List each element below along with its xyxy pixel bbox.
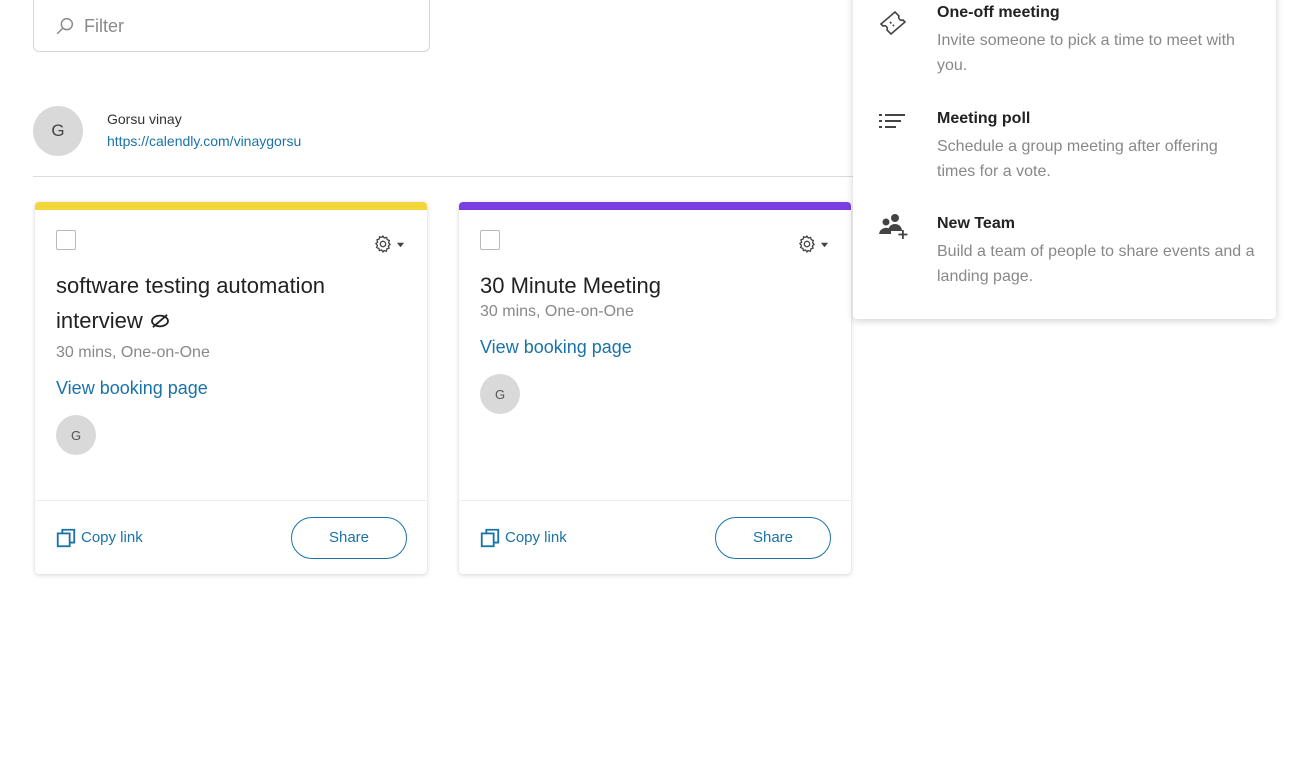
card-select-checkbox[interactable] xyxy=(56,230,76,250)
card-footer: Copy link Share xyxy=(459,500,851,574)
chevron-down-icon xyxy=(396,242,405,247)
host-avatar: G xyxy=(56,415,96,455)
menu-item-title: New Team xyxy=(937,215,1015,232)
event-title: 30 Minute Meeting xyxy=(480,273,661,298)
card-select-checkbox[interactable] xyxy=(480,230,500,250)
view-booking-page-link[interactable]: View booking page xyxy=(480,337,632,358)
card-accent-bar xyxy=(35,202,427,210)
user-avatar: G xyxy=(33,106,83,156)
copy-icon xyxy=(56,528,76,547)
create-new-dropdown: One-off meeting Invite someone to pick a… xyxy=(853,0,1276,319)
event-meta: 30 mins, One-on-One xyxy=(480,303,634,320)
divider xyxy=(33,176,853,177)
user-name: Gorsu vinay xyxy=(107,111,182,127)
filter-input[interactable] xyxy=(84,15,404,37)
event-meta: 30 mins, One-on-One xyxy=(56,344,210,361)
add-team-icon xyxy=(879,214,908,239)
share-button[interactable]: Share xyxy=(715,516,831,559)
card-footer: Copy link Share xyxy=(35,500,427,574)
card-settings-menu[interactable] xyxy=(373,234,405,254)
eye-slash-icon xyxy=(151,314,169,328)
copy-link-button[interactable]: Copy link xyxy=(55,527,143,549)
share-button[interactable]: Share xyxy=(291,516,407,559)
event-card: software testing automation interview 30… xyxy=(35,202,427,574)
host-avatar: G xyxy=(480,374,520,414)
chevron-down-icon xyxy=(820,242,829,247)
copy-link-button[interactable]: Copy link xyxy=(479,527,567,549)
ticket-icon xyxy=(879,10,907,36)
view-booking-page-link[interactable]: View booking page xyxy=(56,378,208,399)
menu-item-title: Meeting poll xyxy=(937,110,1031,127)
user-scheduling-link[interactable]: https://calendly.com/vinaygorsu xyxy=(107,133,301,149)
card-accent-bar xyxy=(459,202,851,210)
user-row: G Gorsu vinay https://calendly.com/vinay… xyxy=(33,106,301,156)
copy-icon xyxy=(480,528,500,547)
menu-item-description: Build a team of people to share events a… xyxy=(937,243,1255,285)
card-settings-menu[interactable] xyxy=(797,234,829,254)
copy-link-label: Copy link xyxy=(81,529,143,546)
menu-item-title: One-off meeting xyxy=(937,4,1060,21)
menu-item-description: Invite someone to pick a time to meet wi… xyxy=(937,32,1235,74)
poll-list-icon xyxy=(879,114,905,128)
filter-box[interactable] xyxy=(33,0,430,52)
event-title: software testing automation interview xyxy=(56,273,326,333)
copy-link-label: Copy link xyxy=(505,529,567,546)
menu-item-description: Schedule a group meeting after offering … xyxy=(937,138,1218,180)
gear-icon xyxy=(374,234,392,254)
event-card: 30 Minute Meeting 30 mins, One-on-One Vi… xyxy=(459,202,851,574)
search-icon xyxy=(56,17,74,35)
gear-icon xyxy=(798,234,816,254)
